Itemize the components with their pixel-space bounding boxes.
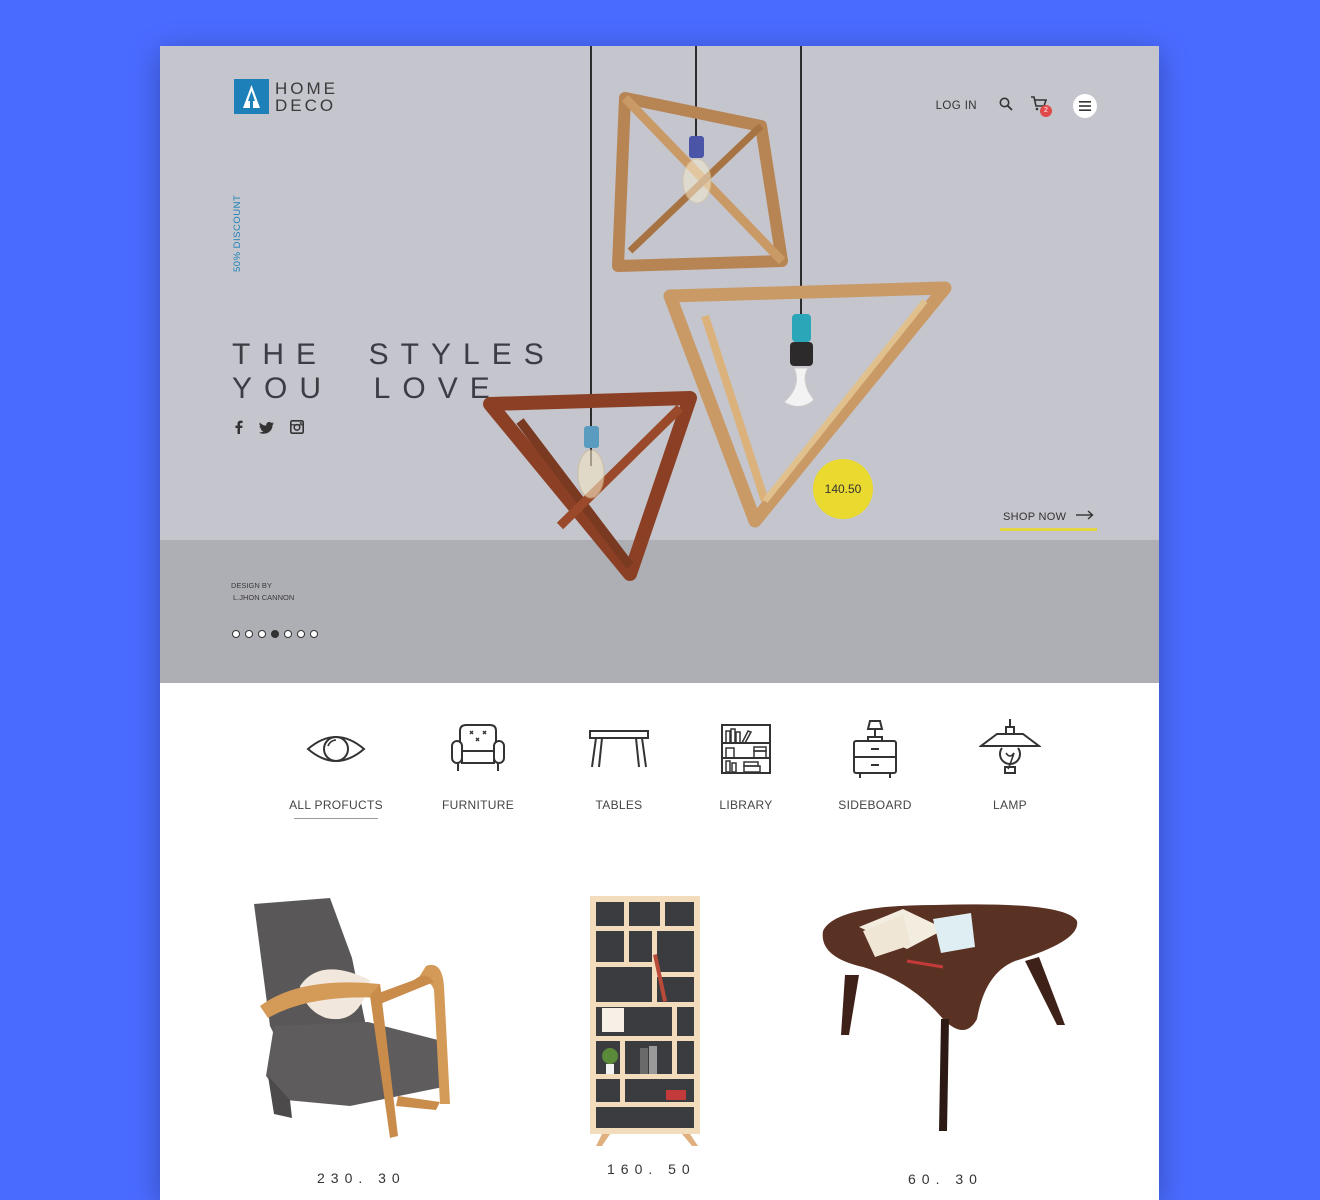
- category-label: TABLES: [595, 798, 643, 812]
- lamp-icon: [950, 718, 1070, 780]
- category-lamp[interactable]: LAMP: [950, 718, 1070, 812]
- discount-label: 50% DISCOUNT: [232, 194, 243, 272]
- slider-dot[interactable]: [297, 630, 305, 638]
- twitter-icon[interactable]: [259, 421, 274, 439]
- featured-price-badge[interactable]: 140.50: [813, 459, 873, 519]
- category-library[interactable]: LIBRARY: [686, 718, 806, 812]
- product-price: 160. 50: [607, 1161, 696, 1177]
- slider-dot[interactable]: [245, 630, 253, 638]
- product-price: 230. 30: [317, 1170, 406, 1186]
- slider-pagination: [232, 630, 318, 638]
- product-card-armchair[interactable]: 230. 30: [230, 886, 530, 1186]
- designer-name: L.JHON CANNON: [233, 593, 295, 602]
- category-label: ALL PROFUCTS: [289, 798, 383, 812]
- coffee-table-image: [822, 904, 1078, 1131]
- shop-now-underline: [1000, 528, 1097, 531]
- hanging-lamps-image: [483, 46, 952, 581]
- logo-mark-icon: [234, 79, 269, 114]
- table-icon: [559, 718, 679, 780]
- slider-dot-active[interactable]: [271, 630, 279, 638]
- hamburger-menu-icon[interactable]: [1073, 94, 1097, 118]
- brand-name-line2: DECO: [275, 95, 337, 115]
- eye-icon: [276, 718, 396, 780]
- category-sideboard[interactable]: SIDEBOARD: [815, 718, 935, 812]
- category-tables[interactable]: TABLES: [559, 718, 679, 812]
- brand-name-line1: HOME: [275, 78, 338, 98]
- shop-now-button[interactable]: SHOP NOW: [1003, 510, 1094, 523]
- slider-dot[interactable]: [232, 630, 240, 638]
- category-label: FURNITURE: [441, 798, 515, 812]
- category-label: SIDEBOARD: [838, 798, 912, 812]
- active-category-underline: [294, 818, 378, 819]
- slider-dot[interactable]: [310, 630, 318, 638]
- sideboard-icon: [815, 718, 935, 780]
- armchair-image: [254, 898, 450, 1138]
- category-label: LAMP: [993, 798, 1027, 812]
- product-card-coffee-table[interactable]: 60. 30: [815, 901, 1115, 1200]
- product-price: 60. 30: [908, 1171, 983, 1187]
- design-credit: DESIGN BY L.JHON CANNON: [231, 580, 294, 604]
- brand-logo[interactable]: HOME DECO: [234, 79, 338, 114]
- category-furniture[interactable]: FURNITURE: [418, 718, 538, 812]
- instagram-icon[interactable]: [290, 420, 304, 439]
- category-all-products[interactable]: ALL PROFUCTS: [276, 718, 396, 819]
- arrow-right-icon: [1076, 510, 1094, 523]
- category-bar: ALL PROFUCTS FURNITURE TABLES LIBRARY SI…: [160, 718, 1159, 828]
- bookshelf-icon: [686, 718, 806, 780]
- facebook-icon[interactable]: [234, 420, 243, 439]
- page-frame: HOME DECO LOG IN 2 50% DISCOUNT THE STYL…: [160, 46, 1159, 1200]
- search-icon[interactable]: [999, 97, 1013, 116]
- social-links: [234, 420, 304, 439]
- armchair-icon: [418, 718, 538, 780]
- slider-dot[interactable]: [258, 630, 266, 638]
- bookshelf-image: [590, 896, 700, 1146]
- design-by-label: DESIGN BY: [231, 581, 272, 590]
- category-label: LIBRARY: [719, 798, 773, 812]
- cart-count-badge: 2: [1040, 105, 1052, 117]
- slider-dot[interactable]: [284, 630, 292, 638]
- shop-now-label: SHOP NOW: [1003, 510, 1067, 523]
- cart-icon[interactable]: 2: [1031, 96, 1052, 117]
